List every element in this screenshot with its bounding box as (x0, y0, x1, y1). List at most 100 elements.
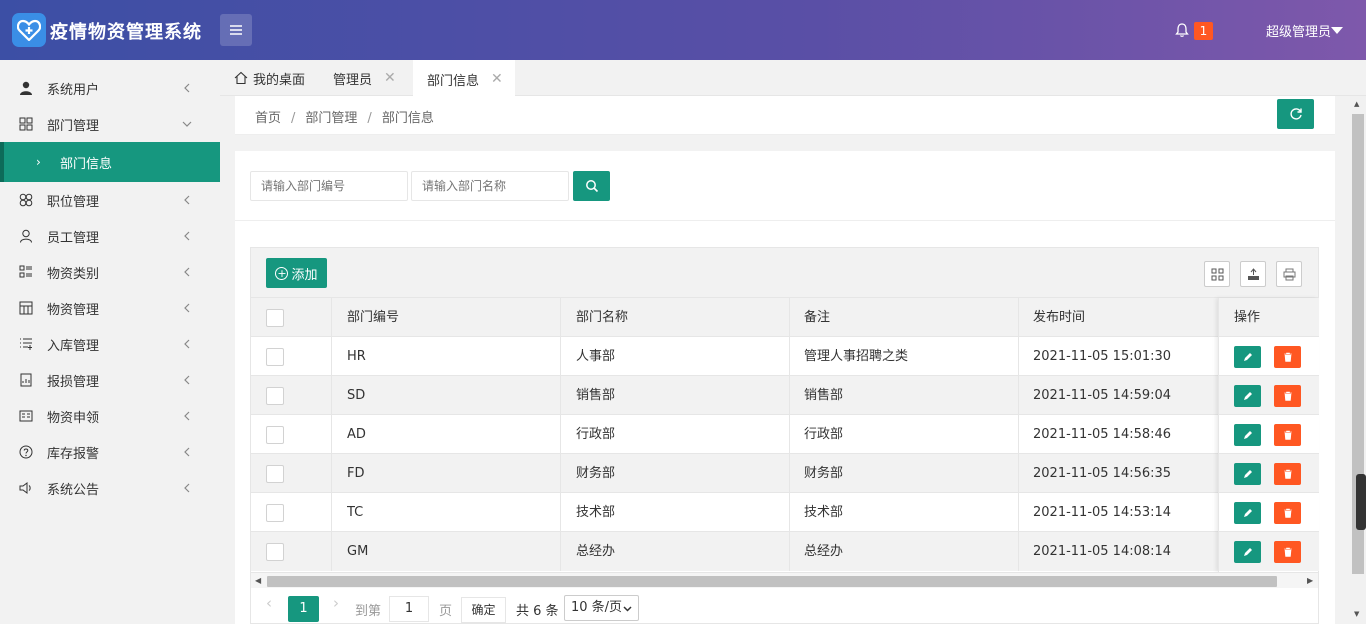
sidebar-item-dept-management[interactable]: 部门管理 (0, 106, 220, 142)
table-row[interactable]: GM 总经办 总经办 2021-11-05 14:08:14 (251, 532, 1318, 571)
add-button[interactable]: + 添加 (266, 258, 327, 288)
col-header-code[interactable]: 部门编号 (347, 298, 399, 337)
row-checkbox[interactable] (266, 504, 284, 522)
row-checkbox[interactable] (266, 348, 284, 366)
top-header: 疫情物资管理系统 1 超级管理员 (0, 0, 1366, 60)
table-row[interactable]: AD 行政部 行政部 2021-11-05 14:58:46 (251, 415, 1318, 454)
next-page-icon[interactable]: › (333, 594, 339, 612)
delete-button[interactable] (1274, 463, 1301, 485)
horizontal-scrollbar[interactable]: ◀ ▶ (251, 572, 1318, 588)
close-icon[interactable]: ✕ (491, 71, 503, 87)
refresh-button[interactable] (1277, 99, 1314, 129)
table-row[interactable]: TC 技术部 技术部 2021-11-05 14:53:14 (251, 493, 1318, 532)
row-checkbox[interactable] (266, 465, 284, 483)
dept-code-input[interactable] (250, 171, 408, 201)
speaker-icon (18, 480, 34, 496)
breadcrumb-parent[interactable]: 部门管理 (305, 111, 357, 126)
edit-button[interactable] (1234, 463, 1261, 485)
sidebar-item-damage-report[interactable]: 报损管理 (0, 362, 220, 398)
sidebar-item-stock-alarm[interactable]: 库存报警 (0, 434, 220, 470)
chevron-left-icon (184, 267, 190, 277)
publish-time: 2021-11-05 14:56:35 (1033, 466, 1172, 481)
sidebar-item-staff-management[interactable]: 员工管理 (0, 218, 220, 254)
breadcrumb-current: 部门信息 (381, 111, 434, 126)
sidebar-item-material-category[interactable]: 物资类别 (0, 254, 220, 290)
col-header-time[interactable]: 发布时间 (1033, 298, 1085, 337)
breadcrumb-home[interactable]: 首页 (255, 111, 281, 126)
table-toolbar: + 添加 (251, 248, 1318, 298)
sidebar-item-system-users[interactable]: 系统用户 (0, 70, 220, 106)
sidebar-item-position-management[interactable]: 职位管理 (0, 182, 220, 218)
delete-button[interactable] (1274, 502, 1301, 524)
col-header-name[interactable]: 部门名称 (576, 298, 628, 337)
edit-button[interactable] (1234, 385, 1261, 407)
delete-button[interactable] (1274, 385, 1301, 407)
scroll-up-icon[interactable]: ▲ (1354, 100, 1359, 108)
page-number-current[interactable]: 1 (288, 596, 319, 622)
sidebar-item-material-management[interactable]: 物资管理 (0, 290, 220, 326)
sidebar-item-dept-info[interactable]: › 部门信息 (0, 142, 220, 182)
scroll-thumb[interactable] (267, 576, 1277, 587)
edit-button[interactable] (1234, 502, 1261, 524)
dept-name: 总经办 (576, 544, 616, 559)
edit-button[interactable] (1234, 424, 1261, 446)
edit-button[interactable] (1234, 541, 1261, 563)
page-size-select[interactable]: 10 条/页 (564, 595, 639, 621)
delete-button[interactable] (1274, 541, 1301, 563)
chevron-left-icon (184, 83, 190, 93)
table-row[interactable]: FD 财务部 财务部 2021-11-05 14:56:35 (251, 454, 1318, 493)
scroll-down-icon[interactable]: ▼ (1354, 610, 1359, 618)
side-widget-handle[interactable] (1356, 474, 1366, 530)
bell-icon[interactable] (1174, 22, 1190, 38)
search-button[interactable] (573, 171, 610, 201)
search-panel (235, 151, 1335, 221)
dept-code: AD (347, 427, 366, 442)
export-button[interactable] (1240, 261, 1266, 287)
chevron-left-icon (184, 195, 190, 205)
caret-down-icon[interactable] (1331, 27, 1343, 34)
sidebar-item-material-claim[interactable]: 物资申领 (0, 398, 220, 434)
dept-name-input[interactable] (411, 171, 569, 201)
grid-icon (18, 116, 34, 132)
table-row[interactable]: HR 人事部 管理人事招聘之类 2021-11-05 15:01:30 (251, 337, 1318, 376)
tab-my-desktop[interactable]: 我的桌面 (234, 60, 305, 96)
tab-admin[interactable]: 管理员 ✕ (333, 60, 396, 96)
table-row[interactable]: SD 销售部 销售部 2021-11-05 14:59:04 (251, 376, 1318, 415)
row-checkbox[interactable] (266, 543, 284, 561)
publish-time: 2021-11-05 14:59:04 (1033, 388, 1172, 403)
close-icon[interactable]: ✕ (384, 70, 396, 86)
chevron-left-icon (184, 303, 190, 313)
scroll-left-icon[interactable]: ◀ (255, 576, 261, 585)
dept-remark: 行政部 (804, 427, 844, 442)
category-list-icon (18, 264, 34, 280)
pencil-icon (1243, 392, 1252, 400)
row-checkbox[interactable] (266, 387, 284, 405)
question-icon (18, 444, 34, 460)
delete-button[interactable] (1274, 424, 1301, 446)
menu-toggle-button[interactable] (220, 14, 252, 46)
list-add-icon (18, 336, 34, 352)
print-icon (1283, 268, 1295, 280)
scroll-right-icon[interactable]: ▶ (1307, 576, 1313, 585)
pencil-icon (1243, 470, 1252, 478)
tab-dept-info[interactable]: 部门信息 ✕ (413, 60, 515, 96)
dept-name: 行政部 (576, 427, 616, 442)
col-header-remark[interactable]: 备注 (804, 298, 830, 337)
print-button[interactable] (1276, 261, 1302, 287)
goto-confirm-button[interactable]: 确定 (461, 597, 506, 623)
edit-button[interactable] (1234, 346, 1261, 368)
columns-filter-button[interactable] (1204, 261, 1230, 287)
select-all-checkbox[interactable] (266, 309, 284, 327)
row-checkbox[interactable] (266, 426, 284, 444)
goto-label: 到第 (355, 604, 382, 619)
sidebar-item-announcement[interactable]: 系统公告 (0, 470, 220, 506)
pencil-icon (1243, 353, 1252, 361)
goto-page-input[interactable]: 1 (389, 596, 429, 622)
prev-page-icon[interactable]: ‹ (266, 594, 272, 612)
chevron-down-icon (623, 606, 632, 612)
data-table: + 添加 部门编号 部门名称 备注 发布时间 HR 人事部 管理人事招聘之类 2… (250, 247, 1319, 624)
sidebar-item-stock-in[interactable]: 入库管理 (0, 326, 220, 362)
user-menu[interactable]: 超级管理员 (1266, 21, 1331, 40)
vertical-scrollbar[interactable]: ▲ ▼ (1350, 96, 1366, 624)
delete-button[interactable] (1274, 346, 1301, 368)
